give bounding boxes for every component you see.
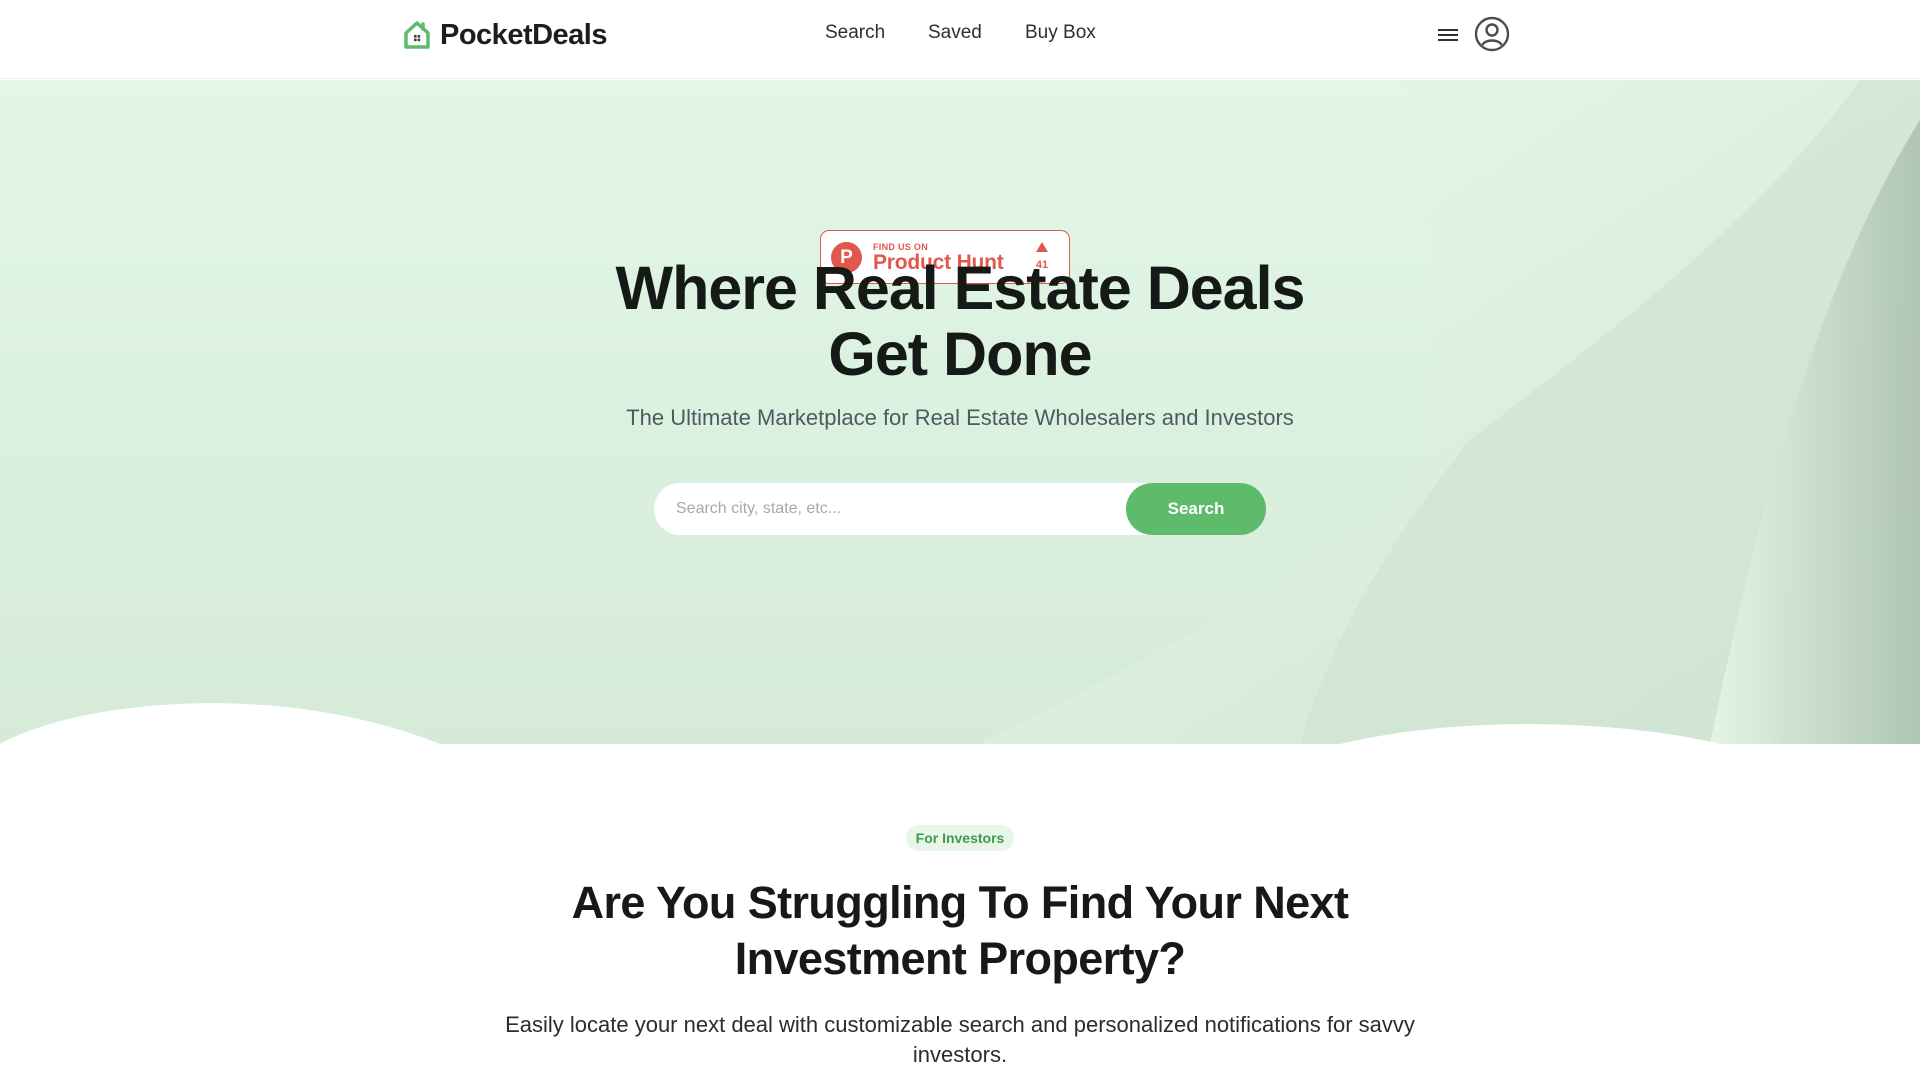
- hero-section: P FIND US ON Product Hunt 41 Where Real …: [0, 80, 1920, 744]
- brand-logo[interactable]: PocketDeals: [402, 17, 608, 53]
- section-tag: For Investors: [906, 825, 1014, 851]
- section-description: Easily locate your next deal with custom…: [505, 1012, 1415, 1067]
- nav-item-saved[interactable]: Saved: [928, 22, 982, 44]
- nav-item-buy-box[interactable]: Buy Box: [1025, 22, 1096, 44]
- search-bar: Search: [654, 483, 1266, 535]
- hero-title: Where Real Estate Deals Get Done: [615, 254, 1306, 388]
- search-button[interactable]: Search: [1126, 483, 1266, 535]
- nav-item-search[interactable]: Search: [825, 22, 885, 44]
- hamburger-menu-icon[interactable]: [1436, 24, 1460, 46]
- house-logo-icon: [404, 21, 430, 49]
- upvote-arrow-icon: [1036, 242, 1048, 252]
- section-title: Are You Struggling To Find Your Next Inv…: [571, 877, 1349, 984]
- brand-name: PocketDeals: [440, 18, 608, 51]
- search-input[interactable]: [654, 483, 1134, 535]
- user-account-icon[interactable]: [1474, 16, 1510, 52]
- site-header: PocketDeals Search Saved Buy Box: [0, 0, 1920, 79]
- hero-subtitle: The Ultimate Marketplace for Real Estate…: [626, 405, 1294, 430]
